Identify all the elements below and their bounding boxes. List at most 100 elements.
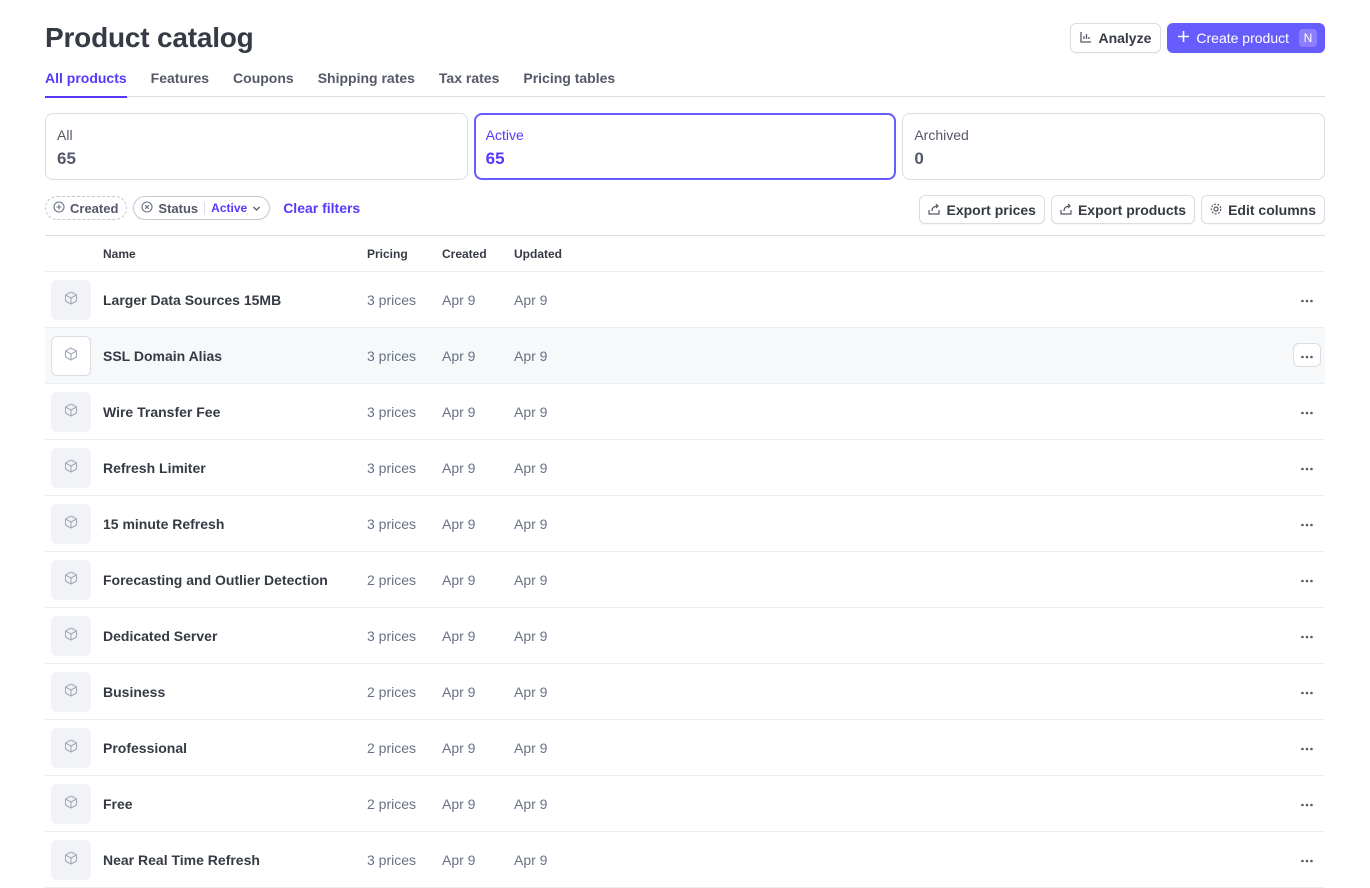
product-name[interactable]: Dedicated Server xyxy=(103,628,217,644)
product-image xyxy=(51,784,91,824)
status-card-archived[interactable]: Archived 0 xyxy=(902,113,1326,180)
more-icon xyxy=(1301,514,1313,532)
export-prices-button[interactable]: Export prices xyxy=(919,195,1045,224)
column-header-name[interactable]: Name xyxy=(103,247,136,261)
row-actions-button[interactable] xyxy=(1293,791,1321,815)
status-card-all[interactable]: All 65 xyxy=(45,113,468,180)
edit-columns-button[interactable]: Edit columns xyxy=(1201,195,1325,224)
box-icon xyxy=(64,514,78,534)
box-icon xyxy=(64,290,78,310)
product-pricing: 3 prices xyxy=(367,348,417,364)
product-name[interactable]: Forecasting and Outlier Detection xyxy=(103,572,328,588)
product-name[interactable]: Wire Transfer Fee xyxy=(103,404,220,420)
create-product-button[interactable]: Create product N xyxy=(1167,23,1325,53)
tab-features[interactable]: Features xyxy=(151,64,209,97)
box-icon xyxy=(64,570,78,590)
table-row[interactable]: Wire Transfer Fee 3 prices Apr 9 Apr 9 xyxy=(45,384,1325,440)
status-filter-label: Status xyxy=(158,200,199,216)
status-card-active[interactable]: Active 65 xyxy=(473,113,897,180)
row-actions-button[interactable] xyxy=(1293,679,1321,703)
product-name[interactable]: SSL Domain Alias xyxy=(103,348,222,364)
edit-columns-label: Edit columns xyxy=(1228,201,1316,218)
product-updated: Apr 9 xyxy=(514,404,548,420)
row-actions-button[interactable] xyxy=(1293,567,1321,591)
more-icon xyxy=(1301,570,1313,588)
export-products-button[interactable]: Export products xyxy=(1050,195,1196,224)
table-header: Name Pricing Created Updated xyxy=(45,236,1325,272)
gear-icon xyxy=(1210,202,1222,218)
product-updated: Apr 9 xyxy=(514,460,548,476)
row-actions-button[interactable] xyxy=(1293,287,1321,311)
box-icon xyxy=(64,850,78,870)
product-image xyxy=(51,560,91,600)
product-image xyxy=(51,672,91,712)
table-row[interactable]: Professional 2 prices Apr 9 Apr 9 xyxy=(45,720,1325,776)
column-header-pricing[interactable]: Pricing xyxy=(367,247,408,261)
status-cards: All 65 Active 65 Archived 0 xyxy=(45,113,1326,180)
more-icon xyxy=(1301,458,1313,476)
product-name[interactable]: 15 minute Refresh xyxy=(103,516,224,532)
product-name[interactable]: Refresh Limiter xyxy=(103,460,206,476)
products-table: Name Pricing Created Updated Larger Data… xyxy=(45,236,1325,888)
product-created: Apr 9 xyxy=(442,348,476,364)
table-row[interactable]: Refresh Limiter 3 prices Apr 9 Apr 9 xyxy=(45,440,1325,496)
row-actions-button[interactable] xyxy=(1293,623,1321,647)
column-header-created[interactable]: Created xyxy=(442,247,487,261)
product-name[interactable]: Larger Data Sources 15MB xyxy=(103,292,281,308)
table-row[interactable]: Forecasting and Outlier Detection 2 pric… xyxy=(45,552,1325,608)
status-card-count: 65 xyxy=(485,149,505,168)
row-actions-button[interactable] xyxy=(1293,511,1321,535)
product-created: Apr 9 xyxy=(442,460,476,476)
status-card-count: 0 xyxy=(914,149,924,168)
table-actions: Export prices Export products Edit colum… xyxy=(919,195,1325,224)
page-header: Product catalog Analyze Create product N xyxy=(45,0,1325,64)
row-actions-button[interactable] xyxy=(1293,343,1321,367)
clear-filters-link[interactable]: Clear filters xyxy=(283,200,360,216)
more-icon xyxy=(1301,346,1313,364)
tab-all-products[interactable]: All products xyxy=(45,64,127,98)
analyze-button[interactable]: Analyze xyxy=(1070,23,1162,53)
product-updated: Apr 9 xyxy=(514,684,548,700)
row-actions-button[interactable] xyxy=(1293,455,1321,479)
product-created: Apr 9 xyxy=(442,684,476,700)
export-icon xyxy=(1060,202,1072,218)
product-name[interactable]: Near Real Time Refresh xyxy=(103,852,260,868)
box-icon xyxy=(64,738,78,758)
table-row[interactable]: SSL Domain Alias 3 prices Apr 9 Apr 9 xyxy=(45,328,1325,384)
status-filter-pill[interactable]: Status Active xyxy=(133,196,271,220)
more-icon xyxy=(1301,794,1313,812)
product-created: Apr 9 xyxy=(442,292,476,308)
analyze-label: Analyze xyxy=(1098,30,1152,46)
table-row[interactable]: Business 2 prices Apr 9 Apr 9 xyxy=(45,664,1325,720)
product-pricing: 3 prices xyxy=(367,516,417,532)
column-header-updated[interactable]: Updated xyxy=(514,247,562,261)
status-filter-value: Active xyxy=(211,201,248,215)
product-name[interactable]: Free xyxy=(103,796,133,812)
table-row[interactable]: Free 2 prices Apr 9 Apr 9 xyxy=(45,776,1325,832)
product-name[interactable]: Business xyxy=(103,684,165,700)
table-row[interactable]: Dedicated Server 3 prices Apr 9 Apr 9 xyxy=(45,608,1325,664)
tab-pricing-tables[interactable]: Pricing tables xyxy=(523,64,615,97)
row-actions-button[interactable] xyxy=(1293,399,1321,423)
product-updated: Apr 9 xyxy=(514,348,548,364)
tab-coupons[interactable]: Coupons xyxy=(233,64,294,97)
product-name[interactable]: Professional xyxy=(103,740,187,756)
more-icon xyxy=(1301,850,1313,868)
x-circle-icon[interactable] xyxy=(141,200,153,216)
status-card-label: Active xyxy=(485,127,524,143)
tab-tax-rates[interactable]: Tax rates xyxy=(439,64,499,97)
chevron-down-icon xyxy=(252,201,261,216)
more-icon xyxy=(1301,738,1313,756)
product-pricing: 3 prices xyxy=(367,628,417,644)
row-actions-button[interactable] xyxy=(1293,847,1321,871)
tab-shipping-rates[interactable]: Shipping rates xyxy=(318,64,415,97)
table-row[interactable]: Near Real Time Refresh 3 prices Apr 9 Ap… xyxy=(45,832,1325,888)
filter-bar: Created Status Active Clear filters Expo… xyxy=(45,195,1325,236)
table-row[interactable]: 15 minute Refresh 3 prices Apr 9 Apr 9 xyxy=(45,496,1325,552)
table-row[interactable]: Larger Data Sources 15MB 3 prices Apr 9 … xyxy=(45,272,1325,328)
row-actions-button[interactable] xyxy=(1293,735,1321,759)
bar-chart-icon xyxy=(1080,30,1092,46)
created-filter-pill[interactable]: Created xyxy=(45,196,128,220)
product-updated: Apr 9 xyxy=(514,516,548,532)
status-card-label: All xyxy=(57,127,73,143)
